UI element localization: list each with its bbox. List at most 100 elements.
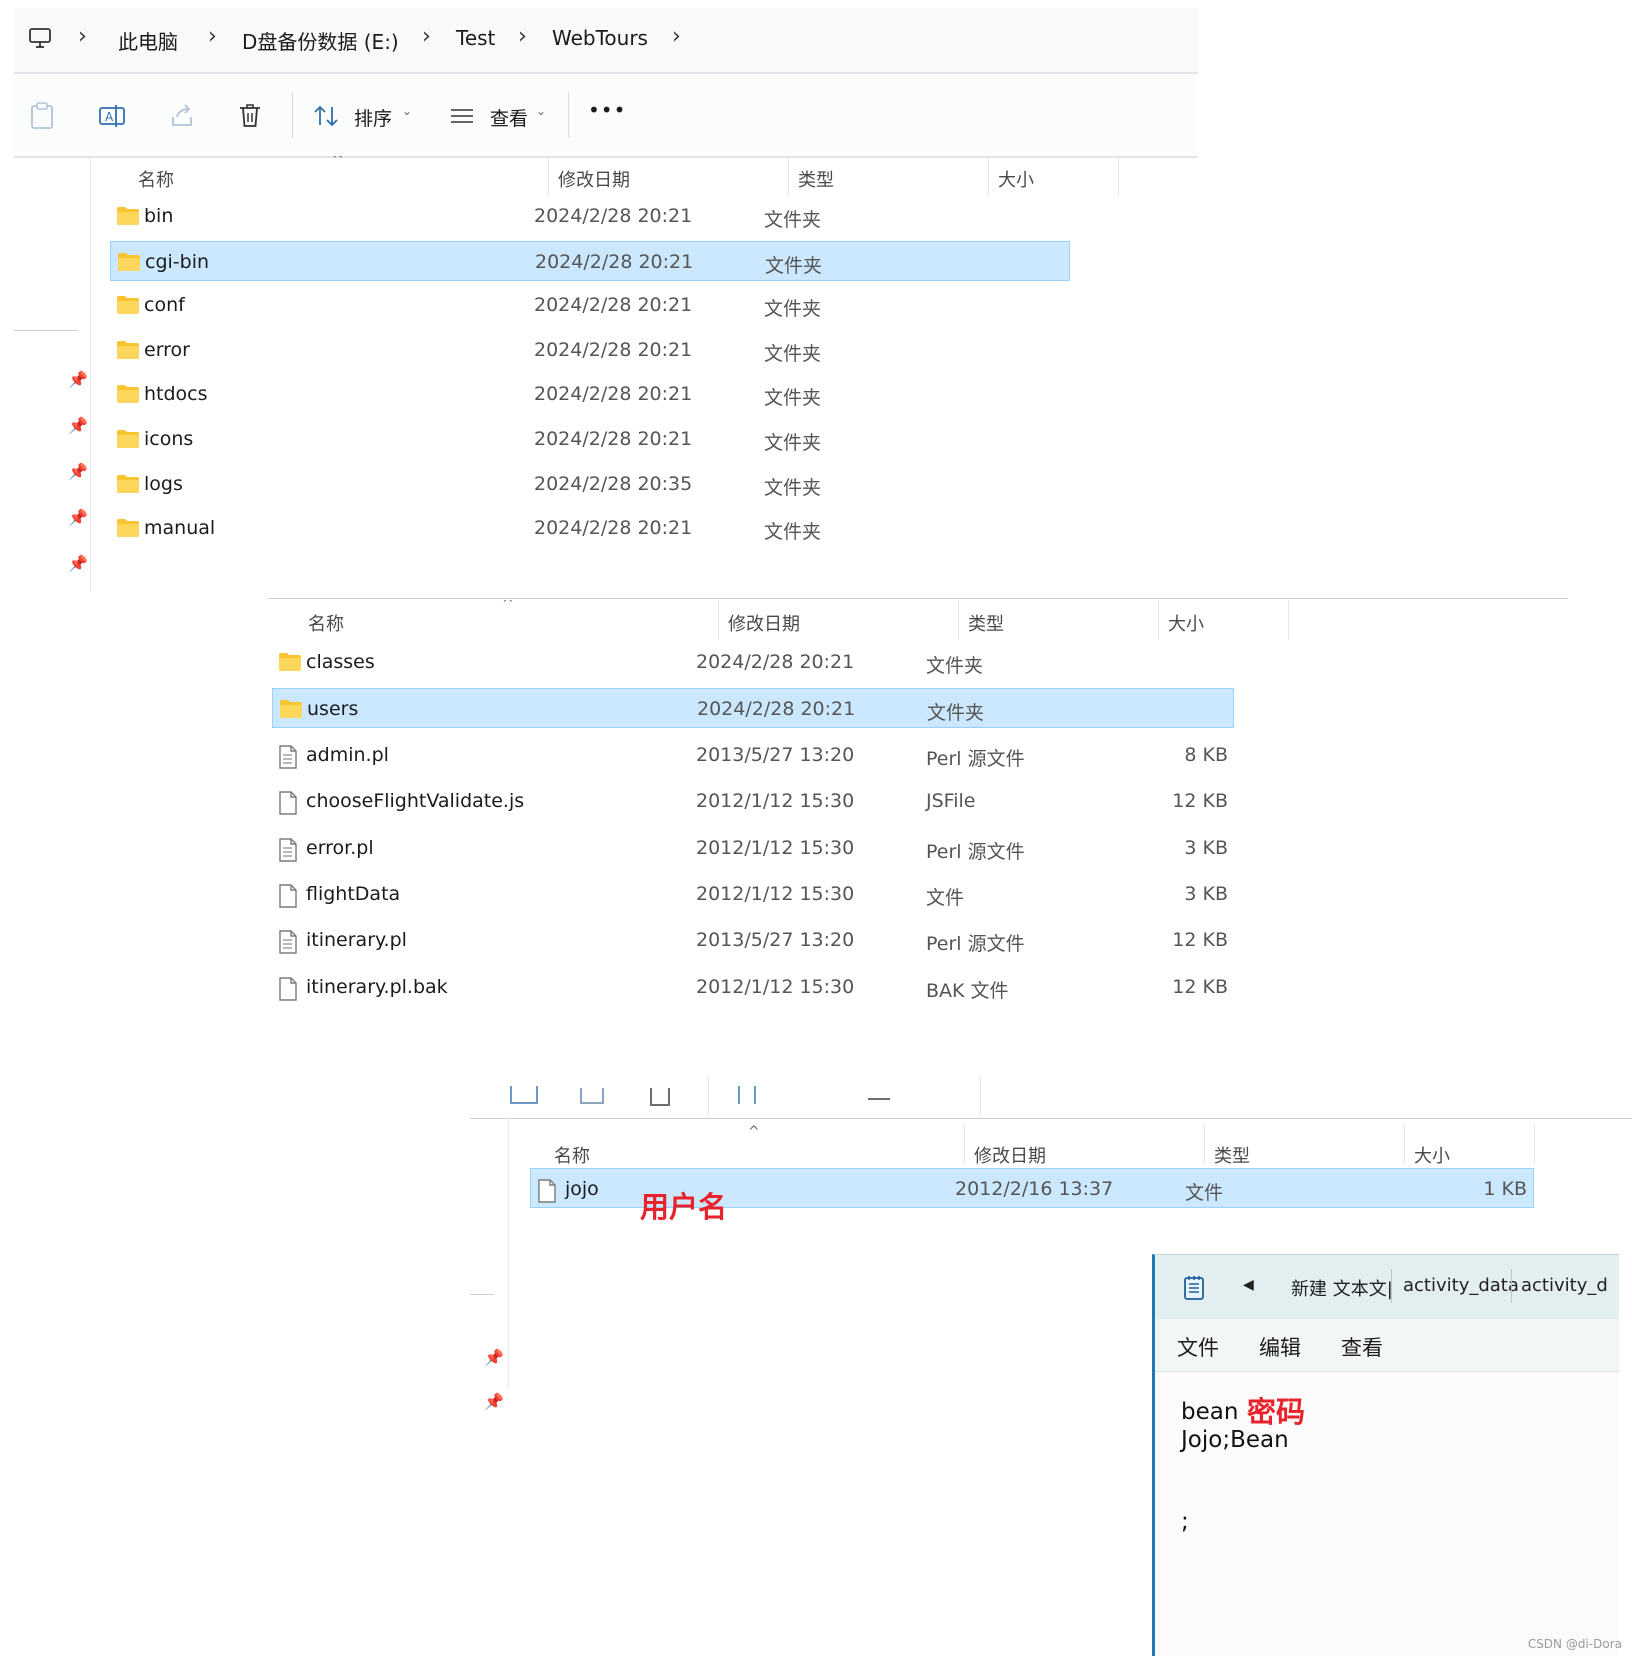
file-icon <box>278 977 298 1005</box>
column-header-name[interactable]: 名称 <box>308 610 344 636</box>
folder-icon <box>117 252 141 276</box>
pin-icon[interactable]: 📌 <box>68 462 88 481</box>
file-row-logs[interactable]: logs 2024/2/28 20:35 文件夹 <box>110 464 1070 504</box>
column-header-size[interactable]: 大小 <box>998 166 1034 192</box>
notepad-tab-new-text-document[interactable]: 新建 文本文| <box>1291 1275 1393 1301</box>
column-separator[interactable] <box>1534 1124 1535 1164</box>
column-header-name[interactable]: 名称 <box>138 166 174 192</box>
sort-ascending-icon: ^ <box>748 1124 760 1140</box>
file-icon <box>537 1179 557 1207</box>
chevron-down-icon[interactable]: ⌄ <box>402 104 412 118</box>
share-icon[interactable] <box>164 98 200 134</box>
chevron-right-icon[interactable]: › <box>518 24 527 49</box>
column-separator[interactable] <box>988 156 989 196</box>
notepad-line-1[interactable]: bean <box>1181 1399 1238 1425</box>
column-header-size[interactable]: 大小 <box>1168 610 1204 636</box>
file-row-conf[interactable]: conf 2024/2/28 20:21 文件夹 <box>110 285 1070 325</box>
column-separator[interactable] <box>958 600 959 640</box>
menu-edit[interactable]: 编辑 <box>1259 1332 1301 1362</box>
view-icon[interactable] <box>444 98 480 134</box>
menu-file[interactable]: 文件 <box>1177 1332 1219 1362</box>
notepad-line-3[interactable]: ; <box>1181 1509 1189 1535</box>
column-header-modified[interactable]: 修改日期 <box>558 166 630 192</box>
menu-view[interactable]: 查看 <box>1341 1332 1383 1362</box>
sort-button[interactable]: 排序 <box>354 104 392 131</box>
file-name: jojo <box>565 1178 599 1200</box>
chevron-right-icon[interactable]: › <box>208 24 217 49</box>
notepad-tab-bar: ◀ 新建 文本文| activity_data activity_d <box>1155 1255 1619 1319</box>
column-separator[interactable] <box>1288 600 1289 640</box>
sort-icon[interactable] <box>308 98 344 134</box>
column-header-modified[interactable]: 修改日期 <box>974 1142 1046 1168</box>
chevron-right-icon[interactable]: › <box>672 24 681 49</box>
toolbar-separator <box>568 92 569 138</box>
notepad-tab-activity-data[interactable]: activity_data <box>1403 1275 1519 1296</box>
partial-command-bar <box>470 1058 990 1116</box>
more-options-button[interactable]: ••• <box>588 98 626 122</box>
rename-icon[interactable]: A <box>94 98 130 134</box>
notepad-tab-activity-d[interactable]: activity_d <box>1521 1275 1608 1296</box>
column-header-modified[interactable]: 修改日期 <box>728 610 800 636</box>
file-modified: 2024/2/28 20:21 <box>696 651 855 673</box>
pin-icon[interactable]: 📌 <box>68 370 88 389</box>
breadcrumb-test[interactable]: Test <box>456 26 495 50</box>
pane-divider <box>470 1118 1632 1119</box>
file-row-admin-pl[interactable]: admin.pl 2013/5/27 13:20 Perl 源文件 8 KB <box>272 735 1234 775</box>
file-row-htdocs[interactable]: htdocs 2024/2/28 20:21 文件夹 <box>110 374 1070 414</box>
file-row-classes[interactable]: classes 2024/2/28 20:21 文件夹 <box>272 642 1234 682</box>
file-row-icons[interactable]: icons 2024/2/28 20:21 文件夹 <box>110 419 1070 459</box>
file-modified: 2024/2/28 20:21 <box>534 338 693 361</box>
tab-scroll-left-icon[interactable]: ◀ <box>1243 1277 1254 1293</box>
column-header-type[interactable]: 类型 <box>968 610 1004 636</box>
file-row-cgi-bin[interactable]: cgi-bin 2024/2/28 20:21 文件夹 <box>110 240 1070 281</box>
file-row-users[interactable]: users 2024/2/28 20:21 文件夹 <box>272 688 1234 729</box>
delete-icon[interactable] <box>650 1088 670 1106</box>
column-separator[interactable] <box>1204 1124 1205 1164</box>
pin-icon[interactable]: 📌 <box>68 416 88 435</box>
column-separator[interactable] <box>1158 600 1159 640</box>
sort-icon[interactable] <box>738 1086 756 1104</box>
file-modified: 2012/1/12 15:30 <box>696 975 855 998</box>
chevron-down-icon[interactable]: ⌄ <box>536 104 546 118</box>
delete-icon[interactable] <box>232 98 268 134</box>
file-row-itinerary-pl-bak[interactable]: itinerary.pl.bak 2012/1/12 15:30 BAK 文件 12 … <box>272 967 1234 1007</box>
column-header-type[interactable]: 类型 <box>1214 1142 1250 1168</box>
file-row-error-pl[interactable]: error.pl 2012/1/12 15:30 Perl 源文件 3 KB <box>272 828 1234 868</box>
column-header-type[interactable]: 类型 <box>798 166 834 192</box>
column-separator[interactable] <box>1404 1124 1405 1164</box>
notepad-icon <box>1183 1275 1205 1305</box>
file-modified: 2013/5/27 13:20 <box>696 929 855 952</box>
file-row-chooseflightvalidate-js[interactable]: chooseFlightValidate.js 2012/1/12 15:30 JS… <box>272 781 1234 821</box>
pin-icon[interactable]: 📌 <box>68 508 88 527</box>
column-separator[interactable] <box>1118 156 1119 196</box>
pin-icon[interactable]: 📌 <box>484 1392 504 1411</box>
pin-icon[interactable]: 📌 <box>68 554 88 573</box>
view-icon[interactable] <box>868 1098 890 1100</box>
file-icon <box>278 884 298 912</box>
breadcrumb-drive-e[interactable]: D盘备份数据 (E:) <box>242 26 399 55</box>
file-row-manual[interactable]: manual 2024/2/28 20:21 文件夹 <box>110 508 1070 548</box>
column-separator[interactable] <box>788 156 789 196</box>
file-row-itinerary-pl[interactable]: itinerary.pl 2013/5/27 13:20 Perl 源文件 12 KB <box>272 920 1234 960</box>
pin-icon[interactable]: 📌 <box>484 1348 504 1367</box>
view-button[interactable]: 查看 <box>490 104 528 131</box>
file-row-error[interactable]: error 2024/2/28 20:21 文件夹 <box>110 330 1070 370</box>
breadcrumb-this-pc[interactable]: 此电脑 <box>118 26 178 55</box>
share-icon[interactable] <box>580 1088 604 1104</box>
column-separator[interactable] <box>548 156 549 196</box>
file-row-flightdata[interactable]: flightData 2012/1/12 15:30 文件 3 KB <box>272 874 1234 914</box>
file-size: 3 KB <box>1184 883 1228 905</box>
file-row-bin[interactable]: bin 2024/2/28 20:21 文件夹 <box>110 196 1070 236</box>
chevron-right-icon[interactable]: › <box>78 24 87 49</box>
column-separator[interactable] <box>718 600 719 640</box>
rename-icon[interactable] <box>510 1086 538 1104</box>
chevron-right-icon[interactable]: › <box>422 24 431 49</box>
notepad-line-2[interactable]: Jojo;Bean <box>1181 1427 1289 1453</box>
paste-icon[interactable] <box>24 98 60 134</box>
address-bar: › 此电脑 › D盘备份数据 (E:) › Test › WebTours › <box>14 8 1198 74</box>
this-pc-icon[interactable] <box>28 26 52 54</box>
column-header-name[interactable]: 名称 <box>554 1142 590 1168</box>
column-separator[interactable] <box>964 1124 965 1164</box>
column-header-size[interactable]: 大小 <box>1414 1142 1450 1168</box>
breadcrumb-webtours[interactable]: WebTours <box>552 26 648 50</box>
